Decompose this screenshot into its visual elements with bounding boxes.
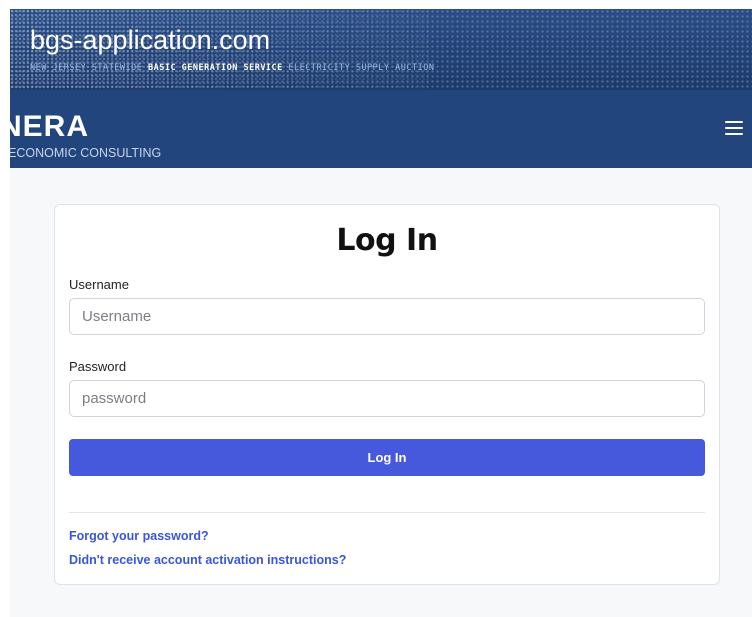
username-input[interactable] [69,298,705,335]
nera-brand[interactable]: NERA ECONOMIC CONSULTING [10,110,162,161]
card-divider [69,512,705,513]
hamburger-line [725,121,743,123]
tagline-highlight: BASIC GENERATION SERVICE [147,63,283,73]
nera-subtitle: ECONOMIC CONSULTING [10,146,162,160]
login-button[interactable]: Log In [69,439,705,476]
password-input[interactable] [69,380,705,417]
site-tagline: NEW JERSEY STATEWIDE BASIC GENERATION SE… [30,63,434,73]
hamburger-line [725,133,743,135]
page: bgs-application.com NEW JERSEY STATEWIDE… [0,0,752,617]
login-card: Log In Username Password Log In Forgot y… [54,204,720,585]
login-title: Log In [336,223,438,258]
site-title: bgs-application.com [30,25,271,55]
site-header: bgs-application.com NEW JERSEY STATEWIDE… [10,9,752,168]
password-label: Password [69,359,127,374]
tagline-part1: NEW JERSEY STATEWIDE [30,63,148,73]
nera-logo: NERA [10,110,90,143]
forgot-password-link[interactable]: Forgot your password? [69,529,209,543]
header-banner: bgs-application.com NEW JERSEY STATEWIDE… [10,9,752,90]
tagline-part2: ELECTRICITY SUPPLY AUCTION [282,63,435,73]
hamburger-menu-icon[interactable] [725,121,743,135]
username-label: Username [69,277,129,292]
hamburger-line [725,127,743,129]
activation-instructions-link[interactable]: Didn't receive account activation instru… [69,553,346,567]
